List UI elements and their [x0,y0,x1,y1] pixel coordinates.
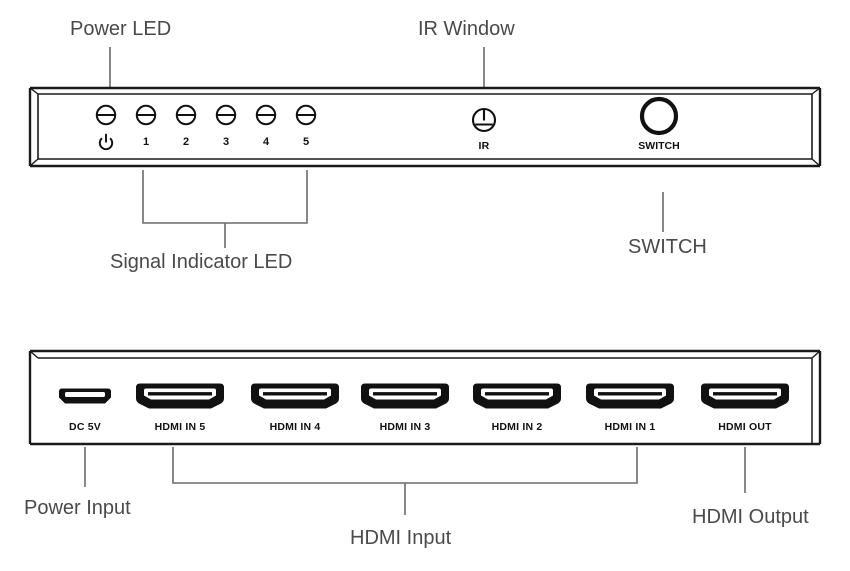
led-number-label: 1 [143,136,149,148]
port-label: HDMI IN 2 [492,421,543,433]
ir-label: IR [479,140,490,152]
led-number-label: 4 [263,136,270,148]
switch-button-icon[interactable] [639,96,679,136]
led-number-label: 5 [303,136,309,148]
diagram-canvas: 1 2 3 4 5 IR SWITCH Power LED IR Window Sign… [0,0,850,571]
callout-switch: SWITCH [628,236,707,258]
port-label: DC 5V [69,421,101,433]
callout-hdmi-input: HDMI Input [350,527,452,549]
callout-power-led: Power LED [70,18,171,40]
micro-usb-port-icon-cavity [65,392,105,397]
led-number-label: 3 [223,136,229,148]
signal-indicator-bracket-path [142,170,308,224]
hdmi-port-icon-contact-bar [263,392,327,396]
port-label: HDMI OUT [718,421,772,433]
port-label: HDMI IN 3 [380,421,431,433]
rear-callouts [84,447,746,515]
signal-indicator-led-bracket [142,170,308,248]
callout-hdmi-output: HDMI Output [692,506,809,528]
front-top-callouts [109,47,485,88]
hdmi-port-icon-contact-bar [485,392,549,396]
front-panel-chassis [28,86,822,168]
hdmi-input-bracket-path [172,447,638,484]
callout-signal-indicator-led: Signal Indicator LED [110,251,292,273]
led-number-label: 2 [183,136,189,148]
port-label: HDMI IN 5 [155,421,206,433]
switch-button-label: SWITCH [638,140,679,152]
callout-ir-window: IR Window [418,18,515,40]
switch-button[interactable]: SWITCH [638,96,680,152]
hdmi-port-icon-contact-bar [598,392,662,396]
hdmi-port-icon-contact-bar [713,392,777,396]
callout-power-input: Power Input [24,497,131,519]
hdmi-port-icon-contact-bar [373,392,437,396]
port-label: HDMI IN 1 [605,421,656,433]
port-label: HDMI IN 4 [270,421,321,433]
hdmi-port-icon-contact-bar [148,392,212,396]
